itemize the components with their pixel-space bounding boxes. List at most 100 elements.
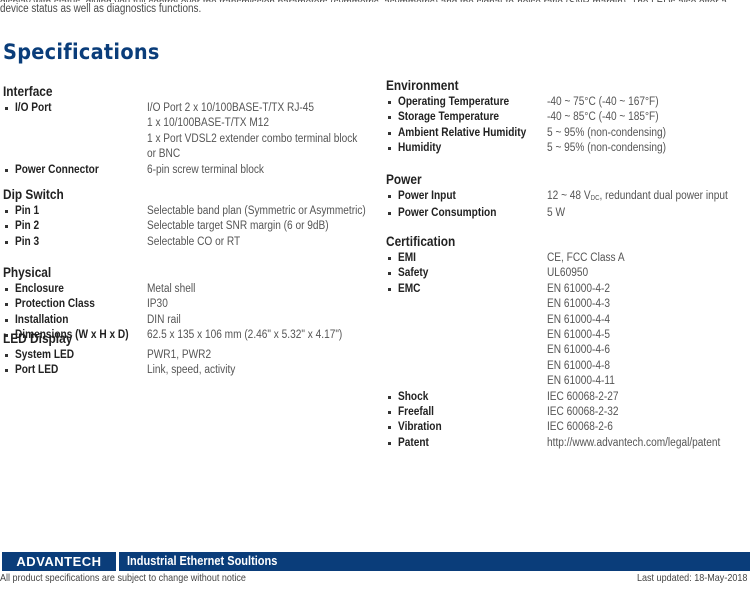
spec-row-power-input: Power Input 12 ~ 48 VDC, redundant dual p… bbox=[386, 189, 750, 206]
spec-value: Metal shell bbox=[147, 283, 196, 295]
bullet-icon bbox=[386, 110, 398, 125]
spec-value: EN 61000-4-5 bbox=[547, 329, 611, 342]
spec-value: Selectable CO or RT bbox=[147, 235, 241, 248]
spec-label: Enclosure bbox=[15, 283, 64, 295]
spec-label: Safety bbox=[398, 267, 429, 280]
spec-label: EMC bbox=[398, 282, 421, 295]
spec-label: System LED bbox=[15, 349, 75, 361]
spec-values: IEC 60068-2-32 bbox=[547, 405, 628, 420]
spec-value: IEC 60068-2-27 bbox=[547, 390, 619, 403]
spec-value-part: , redundant dual power input bbox=[599, 190, 728, 202]
spec-value-subscript: DC bbox=[590, 195, 600, 202]
spec-value: 1 x 10/100BASE-T/TX M12 bbox=[147, 117, 270, 130]
spec-value: EN 61000-4-6 bbox=[547, 344, 611, 357]
spec-values: Link, speed, activity bbox=[147, 363, 247, 378]
spec-values: 6-pin screw terminal block bbox=[147, 163, 280, 178]
section-title: Interface bbox=[3, 84, 53, 99]
spec-value: http://www.advantech.com/legal/patent bbox=[547, 436, 721, 449]
spec-value: 1 x Port VDSL2 extender combo terminal b… bbox=[147, 132, 358, 145]
section-environment: Environment Operating Temperature -40 ~ 75… bbox=[386, 77, 750, 157]
footer-bar: ADVANTECH Industrial Ethernet Soultions bbox=[0, 552, 750, 571]
spec-value: Link, speed, activity bbox=[147, 364, 236, 377]
bullet-icon bbox=[386, 266, 398, 281]
bullet-icon bbox=[3, 313, 15, 328]
spec-value: or BNC bbox=[147, 148, 181, 161]
bullet-icon bbox=[386, 420, 398, 435]
spec-row-vibration: Vibration IEC 60068-2-6 bbox=[386, 420, 750, 435]
spec-label: Ambient Relative Humidity bbox=[398, 126, 527, 139]
spec-value: PWR1, PWR2 bbox=[147, 349, 212, 361]
section-title: Environment bbox=[386, 78, 459, 93]
spec-values: -40 ~ 75°C (-40 ~ 167°F) bbox=[547, 95, 674, 110]
spec-value: 5 W bbox=[547, 207, 565, 220]
spec-value: EN 61000-4-2 bbox=[547, 282, 611, 295]
spec-value: -40 ~ 85°C (-40 ~ 185°F) bbox=[547, 111, 659, 124]
section-title: LED Display bbox=[3, 331, 73, 346]
bullet-icon bbox=[386, 390, 398, 405]
spec-row-patent: Patent http://www.advantech.com/legal/pat… bbox=[386, 436, 750, 451]
spec-row-emc: EMC EN 61000-4-2 EN 61000-4-3 EN 61000-4-4 E… bbox=[386, 282, 750, 390]
spec-values: CE, FCC Class A bbox=[547, 251, 635, 266]
spec-row-system-led: System LED PWR1, PWR2 bbox=[3, 348, 375, 363]
spec-values: 12 ~ 48 VDC, redundant dual power input bbox=[547, 189, 750, 206]
spec-value: CE, FCC Class A bbox=[547, 252, 625, 264]
spec-values: 5 ~ 95% (non-condensing) bbox=[547, 126, 682, 141]
spec-row-humidity: Humidity 5 ~ 95% (non-condensing) bbox=[386, 141, 750, 156]
spec-row-safety: Safety UL60950 bbox=[386, 266, 750, 281]
spec-values: Metal shell bbox=[147, 282, 202, 297]
spec-values: Selectable target SNR margin (6 or 9dB) bbox=[147, 219, 353, 234]
spec-values: -40 ~ 85°C (-40 ~ 185°F) bbox=[547, 110, 674, 125]
bullet-icon bbox=[386, 405, 398, 420]
spec-label: Operating Temperature bbox=[398, 96, 510, 108]
spec-row-pin-2: Pin 2 Selectable target SNR margin (6 or … bbox=[3, 219, 375, 234]
spec-value: 5 ~ 95% (non-condensing) bbox=[547, 142, 666, 155]
spec-row-storage-temperature: Storage Temperature -40 ~ 85°C (-40 ~ 185… bbox=[386, 110, 750, 125]
last-updated: Last updated: 18-May-2018 bbox=[636, 572, 747, 584]
spec-row-installation: Installation DIN rail bbox=[3, 313, 375, 328]
bullet-icon bbox=[386, 436, 398, 451]
spec-value: IEC 60068-2-6 bbox=[547, 421, 613, 434]
bullet-icon bbox=[3, 219, 15, 234]
bullet-icon bbox=[386, 251, 398, 266]
section-title: Certification bbox=[386, 234, 456, 249]
section-title: Power bbox=[386, 172, 422, 187]
bullet-icon bbox=[3, 297, 15, 312]
spec-value: UL60950 bbox=[547, 267, 589, 280]
section-dip-switch: Dip Switch Pin 1 Selectable band plan (Sym… bbox=[3, 186, 375, 250]
spec-label: Installation bbox=[15, 313, 69, 326]
spec-row-ambient-relative-humidity: Ambient Relative Humidity 5 ~ 95% (non-co… bbox=[386, 126, 750, 141]
spec-values: IEC 60068-2-27 bbox=[547, 390, 628, 405]
spec-label: Humidity bbox=[398, 142, 442, 155]
spec-value: EN 61000-4-4 bbox=[547, 313, 611, 326]
bullet-icon bbox=[3, 204, 15, 219]
disclaimer: All product specifications are subject t… bbox=[0, 572, 246, 584]
spec-value: IEC 60068-2-32 bbox=[547, 406, 619, 419]
spec-value: Selectable band plan (Symmetric or Asymm… bbox=[147, 205, 366, 217]
intro-line-cut: display with status, giving you full con… bbox=[0, 0, 750, 2]
bullet-icon bbox=[3, 235, 15, 250]
spec-row-power-consumption: Power Consumption 5 W bbox=[386, 206, 750, 221]
spec-value: 5 ~ 95% (non-condensing) bbox=[547, 126, 666, 139]
spec-label: Pin 1 bbox=[15, 205, 40, 217]
spec-label: Power Input bbox=[398, 190, 456, 202]
spec-values: 5 ~ 95% (non-condensing) bbox=[547, 141, 682, 156]
spec-row-freefall: Freefall IEC 60068-2-32 bbox=[386, 405, 750, 420]
spec-row-enclosure: Enclosure Metal shell bbox=[3, 282, 375, 297]
bullet-icon bbox=[3, 163, 15, 178]
spec-label: Pin 2 bbox=[15, 220, 40, 233]
advantech-logo: ADVANTECH bbox=[2, 552, 116, 571]
spec-label: Port LED bbox=[15, 364, 59, 377]
spec-row-operating-temperature: Operating Temperature -40 ~ 75°C (-40 ~ 1… bbox=[386, 95, 750, 110]
spec-value: I/O Port 2 x 10/100BASE-T/TX RJ-45 bbox=[147, 102, 315, 114]
spec-values: UL60950 bbox=[547, 266, 594, 281]
spec-value: EN 61000-4-3 bbox=[547, 298, 611, 311]
spec-label: Shock bbox=[398, 390, 429, 403]
section-power: Power Power Input 12 ~ 48 VDC, redundant d… bbox=[386, 171, 750, 222]
spec-value: EN 61000-4-11 bbox=[547, 375, 615, 388]
spec-values: IEC 60068-2-6 bbox=[547, 420, 622, 435]
spec-values: I/O Port 2 x 10/100BASE-T/TX RJ-45 1 x 10… bbox=[147, 101, 386, 163]
spec-label: Protection Class bbox=[15, 298, 95, 311]
banner-text: Industrial Ethernet Soultions bbox=[127, 554, 278, 568]
spec-label: Freefall bbox=[398, 406, 435, 419]
section-led-display: LED Display System LED PWR1, PWR2 Port LED L… bbox=[3, 330, 375, 379]
